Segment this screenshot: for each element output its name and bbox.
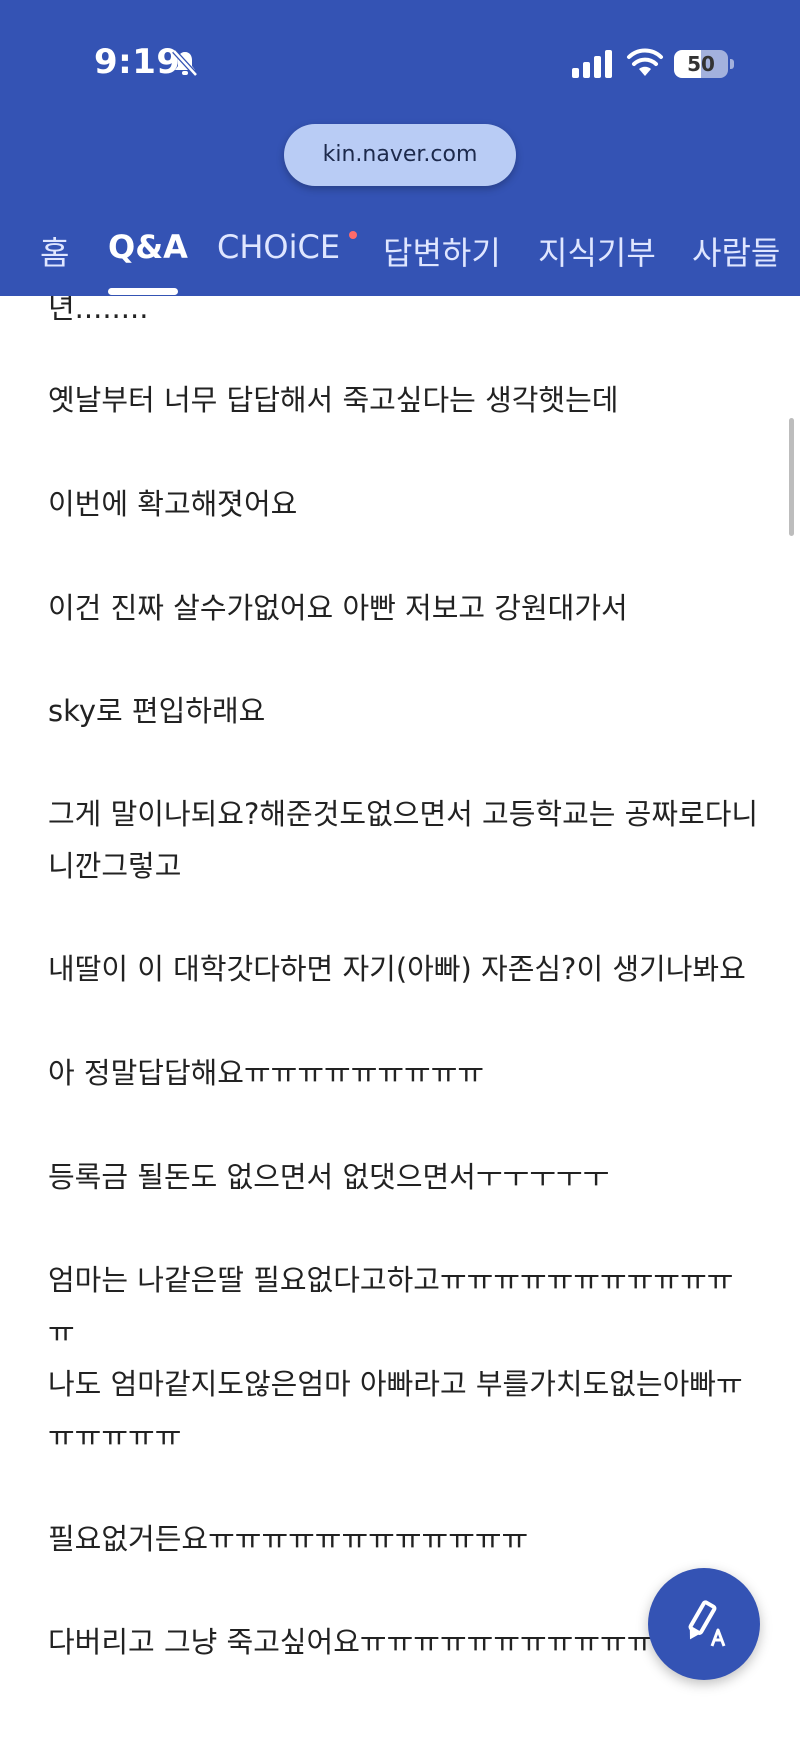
battery-tip: [730, 59, 734, 69]
battery-icon: 50: [674, 50, 728, 78]
battery-level: 50: [687, 52, 715, 76]
post-content: 년........ 옛날부터 너무 답답해서 죽고싶다는 생각햇는데 이번에 확…: [0, 296, 800, 1739]
tab-people[interactable]: 사람들: [692, 228, 780, 274]
post-paragraph: 이번에 확고해졋어요: [48, 487, 298, 521]
post-paragraph: 엄마는 나같은딸 필요없다고하고ㅠㅠㅠㅠㅠㅠㅠㅠㅠㅠㅠㅠ: [48, 1263, 734, 1349]
url-text: kin.naver.com: [322, 142, 478, 167]
post-paragraph: 아 정말답답해요ㅠㅠㅠㅠㅠㅠㅠㅠㅠ: [48, 1056, 485, 1090]
post-paragraph: 이건 진짜 살수가없어요 아빤 저보고 강원대가서: [48, 591, 628, 625]
status-bar: 9:19 50: [0, 0, 800, 130]
post-paragraph: 등록금 될돈도 없으면서 없댓으면서ㅜㅜㅜㅜㅜ: [48, 1160, 610, 1194]
url-bar[interactable]: kin.naver.com: [284, 124, 516, 186]
tab-knowledge-donation[interactable]: 지식기부: [538, 228, 656, 274]
tab-choice[interactable]: CHOiCE: [217, 228, 340, 266]
post-paragraph: 필요없거든요ㅠㅠㅠㅠㅠㅠㅠㅠㅠㅠㅠㅠ: [48, 1522, 529, 1556]
post-paragraph: 년........: [48, 296, 149, 325]
bell-muted-icon: [172, 49, 198, 77]
page: 9:19 50 kin.naver.com 홈 Q&A CHOiCE 답변하기 …: [0, 0, 800, 1739]
active-tab-indicator: [108, 288, 178, 295]
post-paragraph: sky로 편입하래요: [48, 694, 266, 728]
header: 9:19 50 kin.naver.com 홈 Q&A CHOiCE 답변하기 …: [0, 0, 800, 296]
post-paragraph: 나도 엄마같지도않은엄마 아빠라고 부를가치도없는아빠ㅠㅠㅠㅠㅠㅠ: [48, 1367, 743, 1453]
wifi-icon: [627, 48, 663, 76]
tab-bar: 홈 Q&A CHOiCE 답변하기 지식기부 사람들: [0, 228, 800, 296]
tab-home[interactable]: 홈: [40, 228, 69, 274]
write-answer-icon: [688, 1600, 726, 1647]
new-badge-dot: [349, 231, 357, 239]
write-answer-button[interactable]: [648, 1568, 760, 1680]
scrollbar[interactable]: [789, 418, 794, 536]
tab-answer[interactable]: 답변하기: [383, 228, 501, 274]
tab-qna[interactable]: Q&A: [108, 228, 188, 266]
post-paragraph: 그게 말이나되요?해준것도없으면서 고등학교는 공짜로다니니깐그렇고: [48, 797, 759, 883]
cellular-signal-icon: [572, 50, 612, 78]
status-time: 9:19: [94, 42, 181, 82]
post-paragraph: 옛날부터 너무 답답해서 죽고싶다는 생각햇는데: [48, 383, 619, 417]
post-paragraph: 내딸이 이 대학갓다하면 자기(아빠) 자존심?이 생기나봐요: [48, 952, 746, 986]
